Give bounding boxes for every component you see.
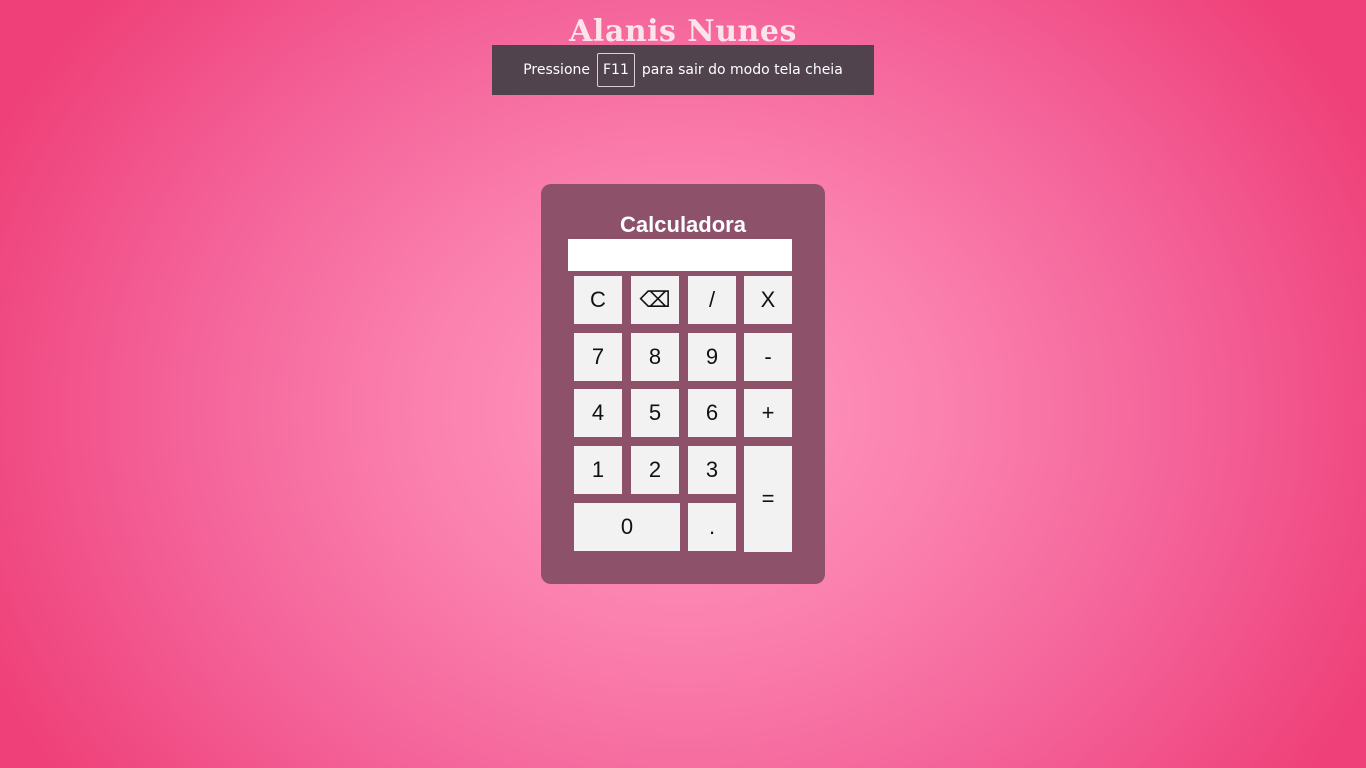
decimal-button[interactable]: . bbox=[688, 503, 736, 551]
digit-1-button[interactable]: 1 bbox=[574, 446, 622, 494]
digit-8-button[interactable]: 8 bbox=[631, 333, 679, 381]
clear-button[interactable]: C bbox=[574, 276, 622, 324]
page-heading: Alanis Nunes bbox=[569, 14, 797, 49]
digit-2-button[interactable]: 2 bbox=[631, 446, 679, 494]
subtract-button[interactable]: - bbox=[744, 333, 792, 381]
calculator-title: Calculadora bbox=[620, 212, 746, 237]
digit-4-button[interactable]: 4 bbox=[574, 389, 622, 437]
multiply-button[interactable]: X bbox=[744, 276, 792, 324]
calculator-display[interactable] bbox=[568, 239, 792, 271]
fullscreen-notice-prefix: Pressione bbox=[523, 62, 590, 78]
f11-key-badge: F11 bbox=[597, 53, 635, 87]
fullscreen-notice: Pressione F11 para sair do modo tela che… bbox=[492, 45, 874, 95]
calculator: Calculadora C ⌫ / X 7 8 9 - 4 5 6 + 1 2 … bbox=[541, 184, 825, 584]
fullscreen-notice-suffix: para sair do modo tela cheia bbox=[641, 62, 843, 78]
divide-button[interactable]: / bbox=[688, 276, 736, 324]
equals-button[interactable]: = bbox=[744, 446, 792, 552]
digit-5-button[interactable]: 5 bbox=[631, 389, 679, 437]
digit-0-button[interactable]: 0 bbox=[574, 503, 680, 551]
digit-6-button[interactable]: 6 bbox=[688, 389, 736, 437]
add-button[interactable]: + bbox=[744, 389, 792, 437]
digit-3-button[interactable]: 3 bbox=[688, 446, 736, 494]
digit-7-button[interactable]: 7 bbox=[574, 333, 622, 381]
backspace-button[interactable]: ⌫ bbox=[631, 276, 679, 324]
digit-9-button[interactable]: 9 bbox=[688, 333, 736, 381]
